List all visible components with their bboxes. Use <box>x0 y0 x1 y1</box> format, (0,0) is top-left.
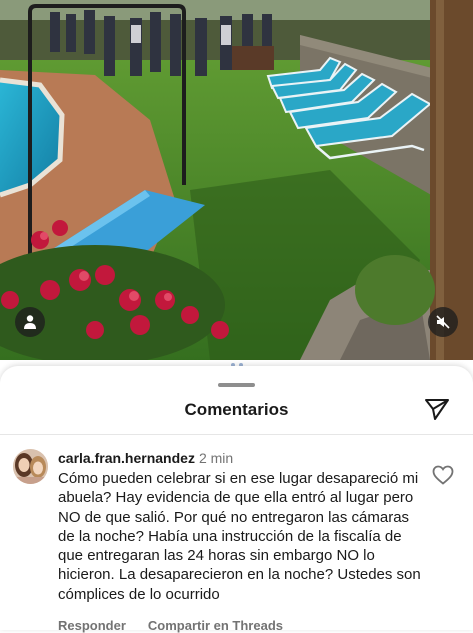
divider <box>0 434 473 435</box>
sheet-drag-handle[interactable] <box>218 383 255 387</box>
avatar-image <box>13 449 48 484</box>
reply-button[interactable]: Responder <box>58 618 126 633</box>
comment-header: carla.fran.hernandez 2 min <box>58 449 233 467</box>
mute-button[interactable] <box>428 307 458 337</box>
comment-time: 2 min <box>198 450 234 466</box>
sheet-title: Comentarios <box>184 400 289 419</box>
speaker-muted-icon <box>436 315 450 329</box>
share-in-threads-button[interactable]: Compartir en Threads <box>148 618 283 633</box>
tagged-people-button[interactable] <box>15 307 45 337</box>
person-icon <box>24 315 36 329</box>
avatar[interactable] <box>13 449 48 484</box>
paper-plane-icon[interactable] <box>424 397 450 421</box>
comments-sheet: Comentarios carla.fran.hernandez 2 min Có… <box>0 366 473 633</box>
comment-actions: Responder Compartir en Threads <box>58 618 283 633</box>
comment-text: Cómo pueden celebrar si en ese lugar des… <box>58 470 421 603</box>
comment-username[interactable]: carla.fran.hernandez <box>58 450 195 466</box>
post-photo[interactable] <box>0 0 473 360</box>
garden-pool-scene <box>0 0 473 360</box>
heart-icon[interactable] <box>432 465 454 485</box>
